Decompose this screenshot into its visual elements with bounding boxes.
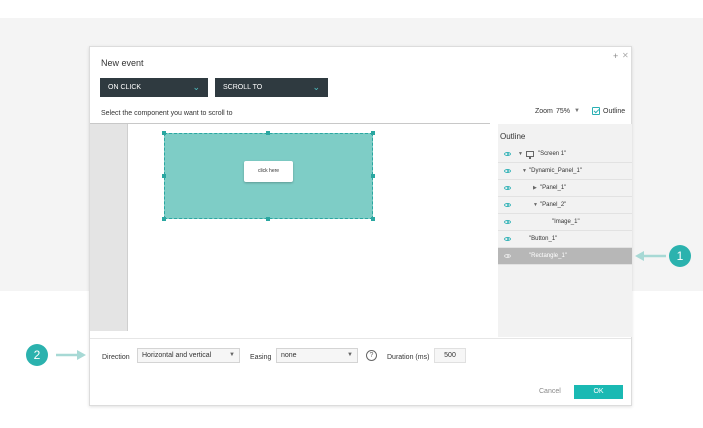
caret-down-icon: ▼ [229, 352, 235, 358]
eye-icon[interactable] [504, 152, 511, 156]
outline-item-label: "Dynamic_Panel_1" [529, 168, 582, 174]
outline-checkbox[interactable] [592, 107, 600, 115]
ok-button[interactable]: OK [574, 385, 623, 399]
zoom-label: Zoom [535, 108, 553, 115]
resize-handle[interactable] [162, 131, 166, 135]
outline-item-label: "Image_1" [552, 219, 580, 225]
callout-arrow-right [56, 350, 86, 360]
outline-item-panel-2[interactable]: ▼ "Panel_2" [498, 197, 632, 214]
direction-label: Direction [102, 354, 130, 361]
outline-item-panel-1[interactable]: ▶ "Panel_1" [498, 180, 632, 197]
callout-marker-2: 2 [26, 344, 48, 366]
outline-item-screen-1[interactable]: ▼ "Screen 1" [498, 146, 632, 163]
outline-item-label: "Screen 1" [538, 151, 567, 157]
outline-item-label: "Button_1" [529, 236, 558, 242]
trigger-dropdown[interactable]: ON CLICK ⌄ [100, 78, 208, 97]
outline-item-rectangle-1[interactable]: "Rectangle_1" [498, 248, 632, 265]
resize-handle[interactable] [371, 174, 375, 178]
callout-arrow-left [635, 251, 666, 261]
trigger-dropdown-label: ON CLICK [108, 84, 142, 91]
duration-label: Duration (ms) [387, 354, 430, 361]
outline-toggle-label[interactable]: Outline [603, 108, 625, 115]
callout-marker-1: 1 [669, 245, 691, 267]
outline-item-label: "Panel_1" [540, 185, 567, 191]
outline-item-label: "Rectangle_1" [529, 253, 567, 259]
caret-down-icon[interactable]: ▼ [533, 197, 538, 214]
caret-down-icon[interactable]: ▼ [518, 146, 523, 163]
caret-down-icon[interactable]: ▼ [522, 163, 527, 180]
resize-handle[interactable] [266, 131, 270, 135]
eye-icon[interactable] [504, 220, 511, 224]
canvas-top-divider [90, 123, 490, 124]
easing-label: Easing [250, 354, 272, 361]
resize-handle[interactable] [266, 217, 270, 221]
direction-select[interactable]: Horizontal and vertical ▼ [137, 348, 240, 363]
direction-value: Horizontal and vertical [142, 352, 212, 359]
outline-item-image-1[interactable]: "Image_1" [498, 214, 632, 231]
canvas-ruler [90, 124, 128, 331]
monitor-icon [526, 151, 534, 159]
outline-title: Outline [500, 132, 526, 141]
instruction-text: Select the component you want to scroll … [101, 110, 233, 117]
eye-icon[interactable] [504, 237, 511, 241]
caret-down-icon: ▼ [347, 352, 353, 358]
zoom-select[interactable]: 75% [556, 108, 570, 115]
eye-icon[interactable] [504, 254, 511, 258]
eye-icon[interactable] [504, 169, 511, 173]
click-here-button[interactable]: click here [244, 161, 293, 182]
options-divider [90, 338, 631, 339]
close-icon[interactable]: ✕ [622, 51, 629, 60]
action-dropdown-label: SCROLL TO [223, 84, 263, 91]
resize-handle[interactable] [162, 217, 166, 221]
outline-item-dynamic-panel-1[interactable]: ▼ "Dynamic_Panel_1" [498, 163, 632, 180]
caret-down-icon[interactable]: ▼ [574, 108, 580, 114]
action-dropdown[interactable]: SCROLL TO ⌄ [215, 78, 328, 97]
eye-icon[interactable] [504, 186, 511, 190]
caret-right-icon[interactable]: ▶ [533, 180, 537, 197]
easing-value: none [281, 352, 297, 359]
easing-select[interactable]: none ▼ [276, 348, 358, 363]
resize-handle[interactable] [371, 131, 375, 135]
add-icon[interactable]: + [613, 51, 618, 61]
outline-item-button-1[interactable]: "Button_1" [498, 231, 632, 248]
resize-handle[interactable] [162, 174, 166, 178]
new-event-dialog: New event + ✕ ON CLICK ⌄ SCROLL TO ⌄ Sel… [89, 46, 632, 406]
question-circle-icon[interactable]: ? [366, 350, 377, 361]
chevron-down-icon: ⌄ [312, 82, 320, 92]
chevron-down-icon: ⌄ [192, 82, 200, 92]
cancel-button[interactable]: Cancel [539, 388, 561, 395]
outline-panel: Outline ▼ "Screen 1" ▼ "Dynamic_Panel_1"… [498, 124, 632, 337]
duration-input[interactable]: 500 [434, 348, 466, 363]
dialog-title: New event [101, 58, 144, 68]
eye-icon[interactable] [504, 203, 511, 207]
outline-item-label: "Panel_2" [540, 202, 567, 208]
resize-handle[interactable] [371, 217, 375, 221]
